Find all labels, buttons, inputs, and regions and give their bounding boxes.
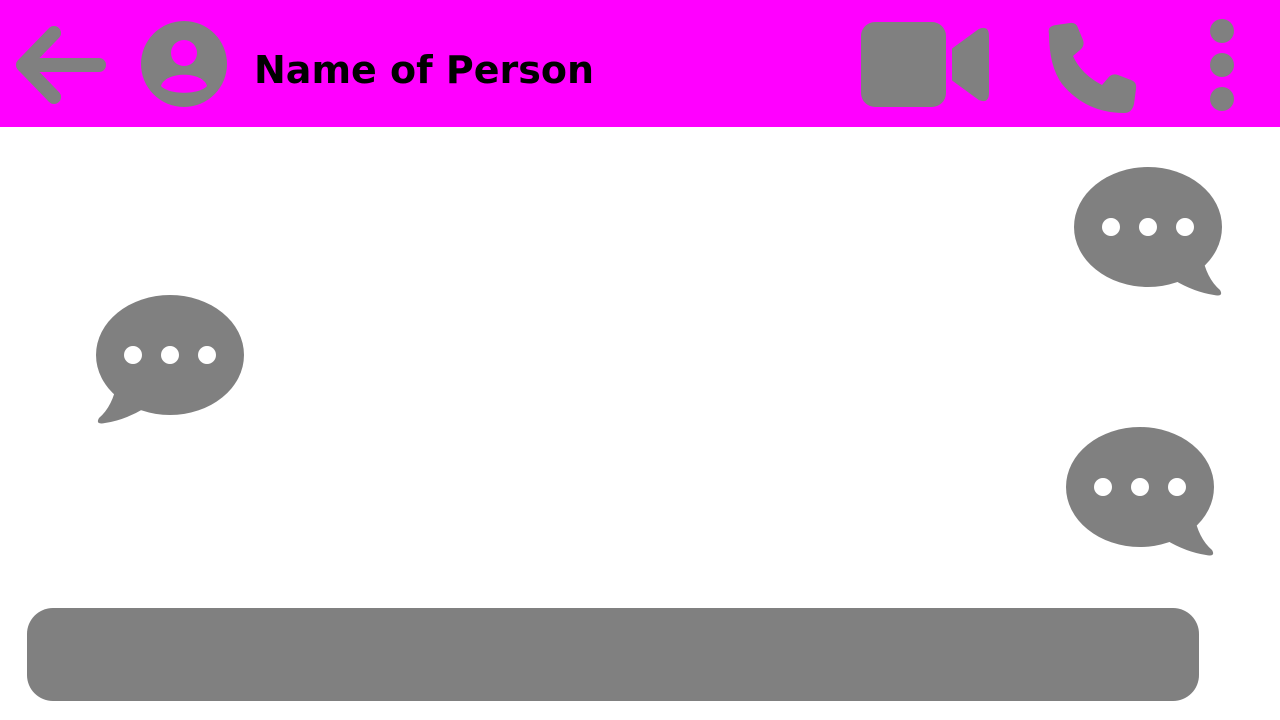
typing-bubble-icon (1066, 427, 1214, 556)
message-input[interactable] (27, 608, 1199, 701)
phone-call-button[interactable] (1046, 22, 1138, 114)
back-arrow-icon (16, 26, 106, 104)
contact-name: Name of Person (254, 48, 595, 92)
more-vertical-icon (1210, 19, 1234, 111)
back-button[interactable] (14, 26, 106, 104)
phone-call-icon (1048, 22, 1137, 113)
user-avatar-icon (141, 21, 227, 107)
message-bubble-left[interactable] (95, 294, 245, 426)
video-call-icon (861, 22, 989, 107)
video-call-button[interactable] (861, 22, 989, 107)
chat-header: Name of Person (0, 0, 1280, 127)
typing-bubble-icon (1074, 167, 1222, 296)
typing-bubble-icon (96, 295, 244, 424)
more-menu-button[interactable] (1208, 18, 1236, 112)
avatar[interactable] (141, 21, 227, 107)
message-bubble-right[interactable] (1066, 426, 1216, 558)
message-bubble-right[interactable] (1074, 166, 1224, 298)
chat-screen: Name of Person (0, 0, 1280, 720)
